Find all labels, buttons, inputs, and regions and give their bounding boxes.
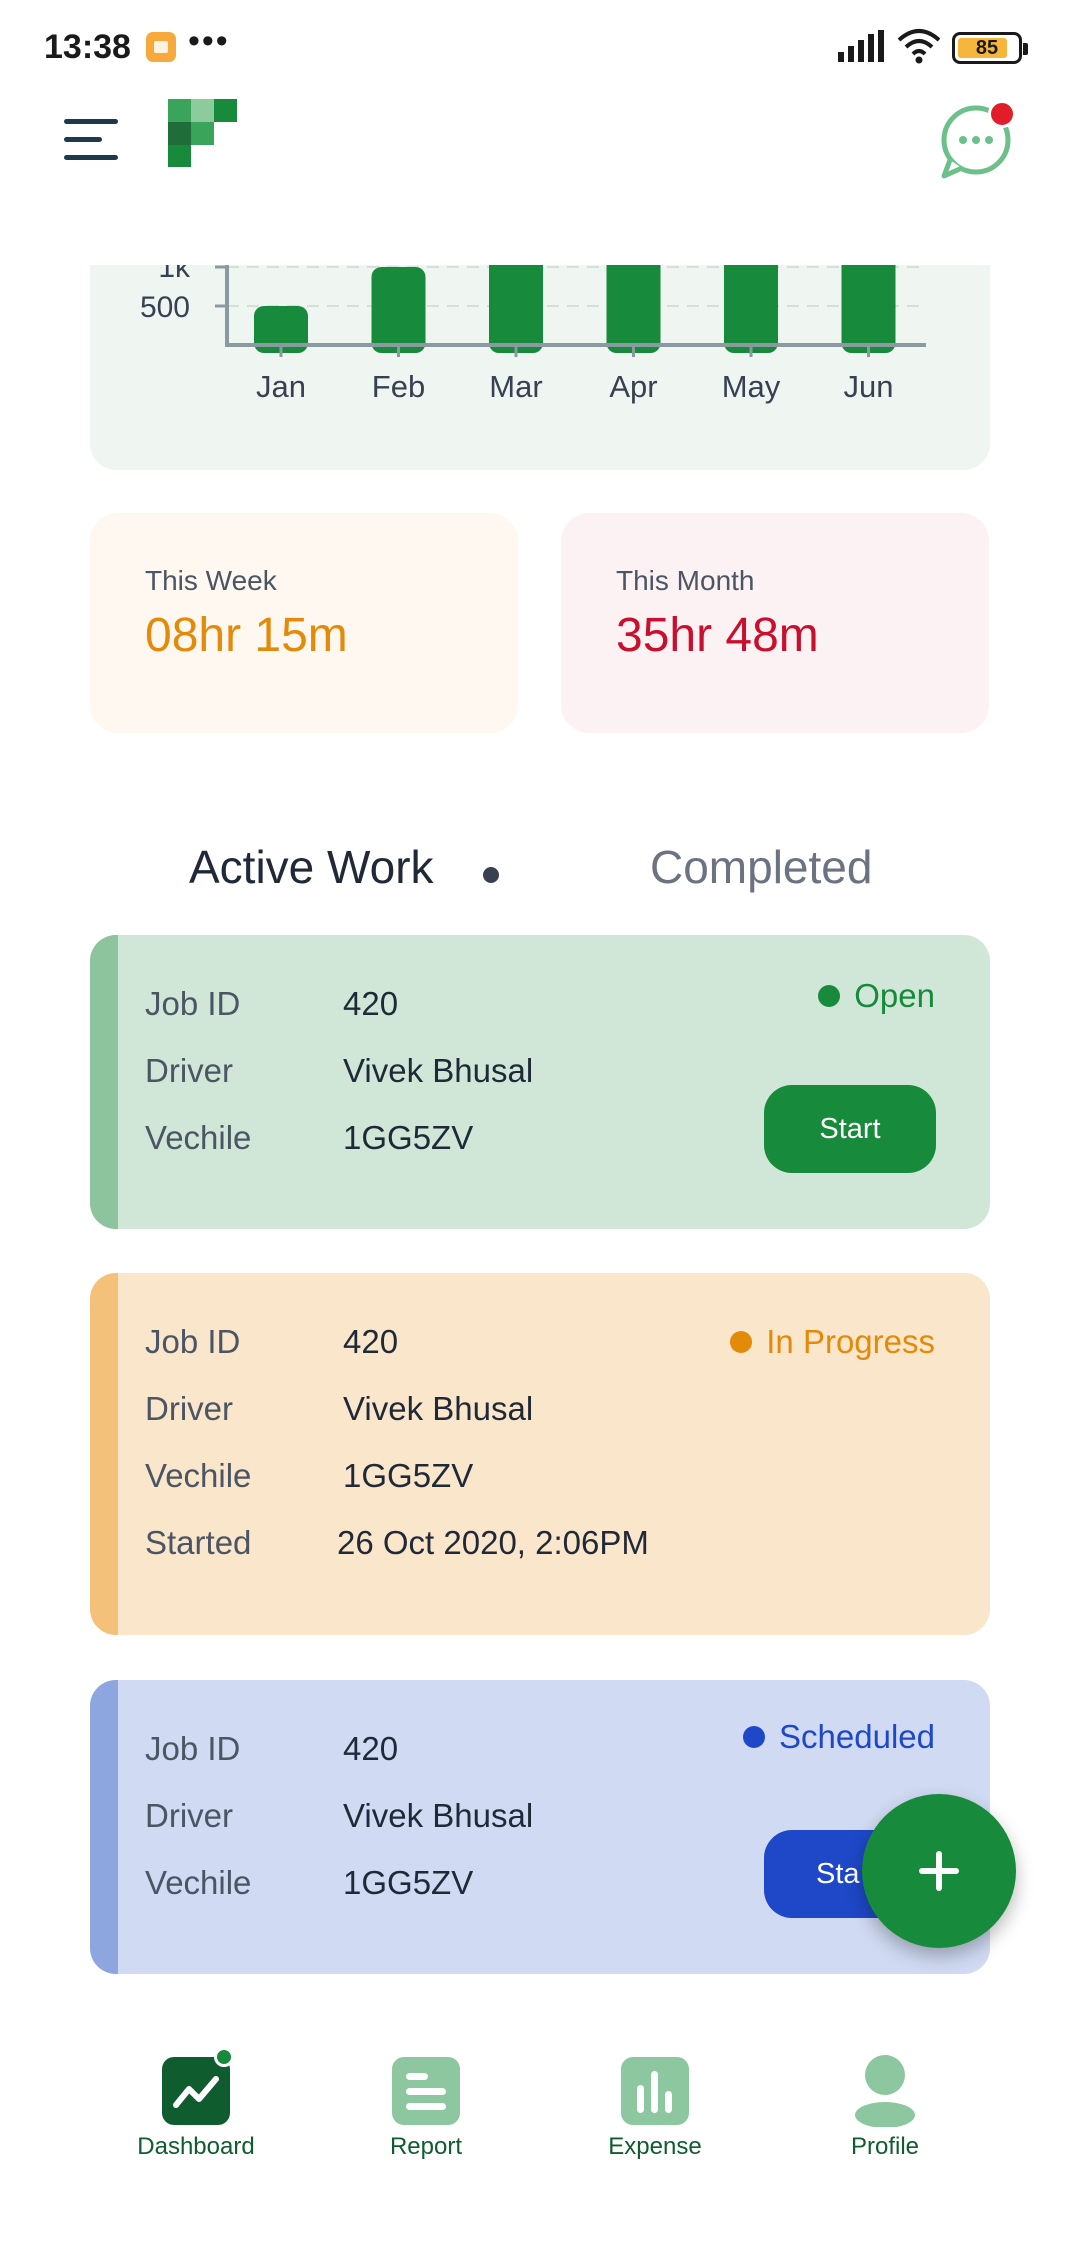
nav-item-profile[interactable]: Profile bbox=[795, 2045, 975, 2175]
chart-bar bbox=[606, 265, 661, 353]
profile-icon bbox=[855, 2055, 915, 2127]
job-id-label: Job ID bbox=[145, 985, 241, 1022]
driver-label: Driver bbox=[145, 1797, 233, 1834]
this-month-card: This Month 35hr 48m bbox=[561, 513, 989, 733]
more-notifications-icon: ••• bbox=[188, 22, 230, 60]
status-badge: Open bbox=[818, 977, 935, 1015]
job-card-scheduled[interactable]: Job ID 420 Driver Vivek Bhusal Vechile 1… bbox=[90, 1680, 990, 1974]
x-tick-label: Jan bbox=[256, 369, 306, 404]
started-label: Started bbox=[145, 1524, 252, 1561]
job-card-open[interactable]: Job ID 420 Driver Vivek Bhusal Vechile 1… bbox=[90, 935, 990, 1229]
x-tick-label: Jun bbox=[844, 369, 894, 404]
wifi-icon bbox=[897, 29, 941, 64]
nav-item-report[interactable]: Report bbox=[336, 2045, 516, 2175]
status-text: In Progress bbox=[766, 1323, 935, 1360]
job-id-value: 420 bbox=[343, 985, 399, 1022]
status-time: 13:38 bbox=[44, 28, 131, 66]
started-value: 26 Oct 2020, 2:06PM bbox=[337, 1524, 649, 1561]
this-week-label: This Week bbox=[145, 565, 277, 596]
hours-bar-chart: 1k 500 Jan Feb Mar Apr May Jun bbox=[140, 265, 926, 404]
job-id-label: Job ID bbox=[145, 1730, 241, 1767]
job-id-label: Job ID bbox=[145, 1323, 241, 1360]
vehicle-value: 1GG5ZV bbox=[343, 1864, 474, 1901]
work-tabs: Active Work Completed bbox=[0, 840, 1080, 920]
nav-item-dashboard[interactable]: Dashboard bbox=[106, 2045, 286, 2175]
vehicle-value: 1GG5ZV bbox=[343, 1457, 474, 1494]
status-accent-bar bbox=[90, 935, 118, 1229]
y-tick-label: 1k bbox=[158, 265, 191, 284]
status-accent-bar bbox=[90, 1273, 118, 1635]
status-bar: 13:38 ••• 85 bbox=[0, 0, 1080, 95]
bottom-navigation: Dashboard Report Expense Profile bbox=[0, 2010, 1080, 2246]
start-job-button[interactable]: Start bbox=[764, 1085, 936, 1173]
vehicle-label: Vechile bbox=[145, 1457, 252, 1494]
status-dot-icon bbox=[818, 985, 841, 1007]
status-badge: In Progress bbox=[730, 1323, 935, 1361]
chart-card: 1k 500 Jan Feb Mar Apr May Jun bbox=[90, 265, 990, 470]
app-logo-icon bbox=[168, 99, 237, 167]
job-id-value: 420 bbox=[343, 1323, 399, 1360]
status-text: Open bbox=[854, 977, 935, 1014]
vehicle-label: Vechile bbox=[145, 1119, 252, 1156]
status-dot-icon bbox=[743, 1726, 766, 1748]
menu-icon-line bbox=[64, 155, 118, 160]
this-week-value: 08hr 15m bbox=[145, 609, 348, 662]
active-tab-indicator bbox=[483, 867, 499, 883]
x-tick-label: Feb bbox=[372, 369, 425, 404]
notification-badge bbox=[988, 100, 1016, 128]
dashboard-badge bbox=[214, 2047, 234, 2067]
chart-bar bbox=[841, 265, 896, 353]
nav-label: Profile bbox=[850, 2133, 920, 2160]
driver-value: Vivek Bhusal bbox=[343, 1797, 534, 1834]
nav-label: Expense bbox=[608, 2133, 702, 2160]
menu-icon-line bbox=[64, 137, 102, 142]
status-badge: Scheduled bbox=[743, 1718, 935, 1756]
app-bar bbox=[0, 95, 1080, 265]
nav-item-expense[interactable]: Expense bbox=[565, 2045, 745, 2175]
chart-bar bbox=[724, 265, 778, 353]
add-job-button[interactable] bbox=[862, 1794, 1016, 1948]
job-card-in-progress[interactable]: Job ID 420 Driver Vivek Bhusal Vechile 1… bbox=[90, 1273, 990, 1635]
driver-value: Vivek Bhusal bbox=[343, 1390, 534, 1427]
this-month-value: 35hr 48m bbox=[616, 609, 819, 662]
vehicle-value: 1GG5ZV bbox=[343, 1119, 474, 1156]
chart-bar bbox=[489, 265, 543, 353]
nav-label: Dashboard bbox=[137, 2133, 255, 2160]
status-text: Scheduled bbox=[779, 1718, 935, 1755]
this-month-label: This Month bbox=[616, 565, 755, 596]
battery-icon: 85 bbox=[952, 32, 1028, 64]
chart-bar bbox=[371, 267, 426, 353]
chat-button[interactable] bbox=[938, 100, 1018, 180]
tab-completed[interactable]: Completed bbox=[650, 840, 872, 894]
driver-label: Driver bbox=[145, 1390, 233, 1427]
nav-label: Report bbox=[389, 2133, 463, 2160]
dashboard-content[interactable]: 1k 500 Jan Feb Mar Apr May Jun This Week 08hr 1… bbox=[0, 265, 1080, 2010]
battery-tip bbox=[1023, 43, 1028, 55]
x-tick-label: Apr bbox=[609, 369, 657, 404]
job-id-value: 420 bbox=[343, 1730, 399, 1767]
expense-icon bbox=[621, 2057, 689, 2125]
driver-label: Driver bbox=[145, 1052, 233, 1089]
this-week-card: This Week 08hr 15m bbox=[90, 513, 518, 733]
status-accent-bar bbox=[90, 1680, 118, 1974]
driver-value: Vivek Bhusal bbox=[343, 1052, 534, 1089]
signal-icon bbox=[838, 30, 884, 62]
x-tick-label: Mar bbox=[489, 369, 542, 404]
tab-active-work[interactable]: Active Work bbox=[189, 840, 434, 894]
battery-percent: 85 bbox=[975, 37, 999, 59]
report-icon bbox=[392, 2057, 460, 2125]
x-tick-label: May bbox=[722, 369, 781, 404]
vehicle-label: Vechile bbox=[145, 1864, 252, 1901]
notification-app-icon bbox=[146, 32, 176, 62]
menu-icon-line bbox=[64, 119, 118, 124]
status-dot-icon bbox=[730, 1331, 753, 1353]
y-tick-label: 500 bbox=[140, 291, 190, 324]
menu-button[interactable] bbox=[64, 107, 120, 163]
